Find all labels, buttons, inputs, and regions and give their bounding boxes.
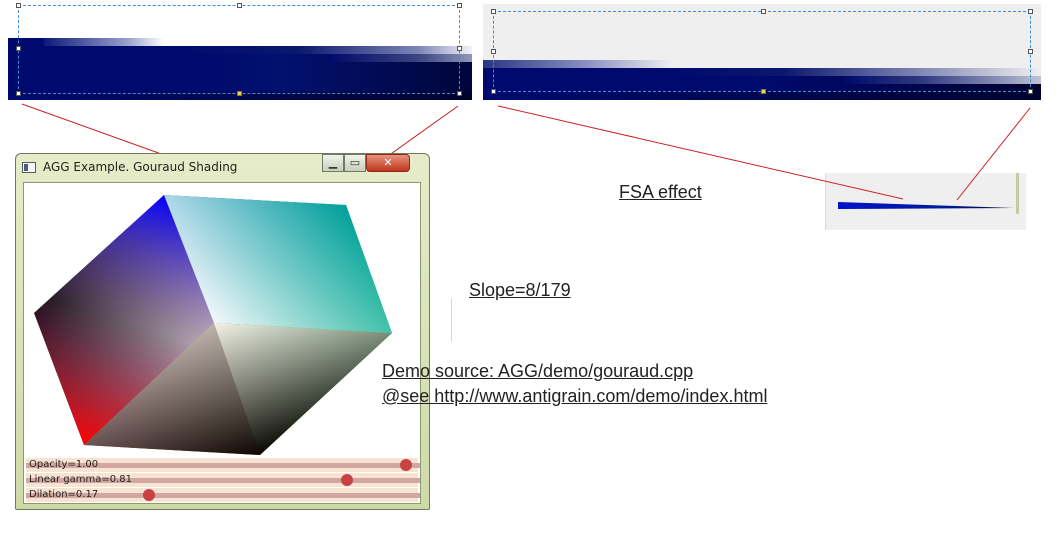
handle[interactable] xyxy=(491,89,496,94)
handle[interactable] xyxy=(761,9,766,14)
handle[interactable] xyxy=(16,91,21,96)
slope-caption: Slope=8/179 xyxy=(469,280,571,300)
divider-tick xyxy=(451,298,452,342)
slider-knob[interactable] xyxy=(400,459,412,471)
wedge-shape xyxy=(838,202,1014,209)
fsa-inset xyxy=(825,173,1026,230)
dilation-slider[interactable]: Dilation=0.17 xyxy=(26,488,420,502)
linear-gamma-slider[interactable]: Linear gamma=0.81 xyxy=(26,473,420,487)
agg-example-window: AGG Example. Gouraud Shading ▁ ▭ ✕ Opaci… xyxy=(15,153,430,510)
render-canvas[interactable]: Opacity=1.00 Linear gamma=0.81 Dilation=… xyxy=(23,182,421,504)
slider-knob[interactable] xyxy=(142,489,155,501)
handle[interactable] xyxy=(237,91,242,96)
handle[interactable] xyxy=(491,9,496,14)
handle[interactable] xyxy=(491,49,496,54)
handle[interactable] xyxy=(457,3,462,8)
window-title: AGG Example. Gouraud Shading xyxy=(43,160,238,174)
demo-source-link[interactable]: Demo source: AGG/demo/gouraud.cpp xyxy=(382,361,693,382)
handle[interactable] xyxy=(761,89,766,94)
handle[interactable] xyxy=(16,46,21,51)
see-link[interactable]: @see http://www.antigrain.com/demo/index… xyxy=(382,386,767,407)
handle[interactable] xyxy=(1028,49,1033,54)
slider-knob[interactable] xyxy=(341,474,354,486)
window-app-icon xyxy=(22,162,36,173)
minimize-button[interactable]: ▁ xyxy=(322,154,344,172)
slider-label: Linear gamma=0.81 xyxy=(29,474,132,485)
handle[interactable] xyxy=(1028,9,1033,14)
handle[interactable] xyxy=(237,3,242,8)
fsa-effect-caption: FSA effect xyxy=(619,182,702,202)
maximize-button[interactable]: ▭ xyxy=(344,154,366,172)
selection-box-left[interactable] xyxy=(18,5,460,94)
opacity-slider[interactable]: Opacity=1.00 xyxy=(26,458,420,472)
slider-label: Dilation=0.17 xyxy=(29,489,99,500)
handle[interactable] xyxy=(16,3,21,8)
slider-label: Opacity=1.00 xyxy=(29,459,99,470)
gouraud-cube[interactable] xyxy=(24,183,421,504)
selection-box-right[interactable] xyxy=(493,11,1031,92)
close-button[interactable]: ✕ xyxy=(366,154,410,172)
handle[interactable] xyxy=(457,91,462,96)
handle[interactable] xyxy=(1028,89,1033,94)
handle[interactable] xyxy=(457,46,462,51)
